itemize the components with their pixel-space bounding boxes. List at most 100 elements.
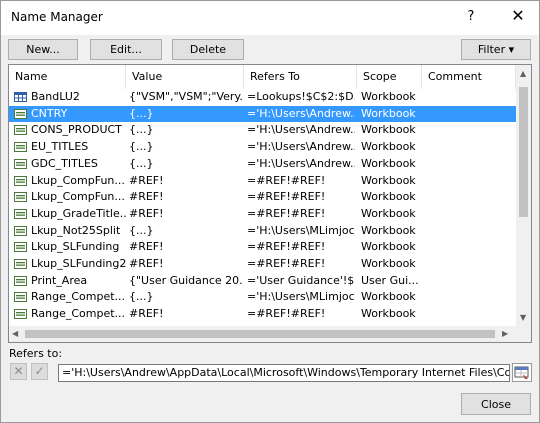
cell-name: Lkup_CompFun... (31, 173, 125, 187)
cell-scope: Workbook (361, 156, 416, 170)
dialog-title: Name Manager (11, 10, 103, 24)
cell-name: BandLU2 (31, 90, 80, 103)
table-row[interactable]: Lkup_SLFunding #REF! =#REF!#REF! Workbook (9, 239, 516, 256)
refers-to-input[interactable]: ='H:\Users\Andrew\AppData\Local\Microsof… (58, 364, 510, 382)
filter-button[interactable]: Filter ▾ (461, 39, 531, 60)
cell-refers-to: ='H:\Users\Andrew... (247, 106, 355, 120)
cell-value: {...} (129, 106, 154, 120)
cell-scope: User Gui... (361, 273, 419, 287)
cell-name: EU_TITLES (31, 140, 89, 154)
title-bar: Name Manager ? ✕ (1, 1, 539, 35)
cell-refers-to: ='H:\Users\MLimjoc... (247, 223, 355, 237)
collapse-dialog-button[interactable] (512, 363, 532, 382)
column-header-name[interactable]: Name (9, 65, 126, 89)
cell-name: Lkup_CompFun... (31, 190, 125, 204)
table-row[interactable]: CNTRY {...} ='H:\Users\Andrew... Workbook (9, 105, 516, 123)
cell-refers-to: =#REF!#REF! (247, 240, 326, 254)
table-row[interactable]: Lkup_Not25Split {...} ='H:\Users\MLimjoc..… (9, 223, 516, 240)
cell-refers-to: =#REF!#REF! (247, 307, 326, 321)
table-row[interactable]: EU_TITLES {...} ='H:\Users\Andrew... Workbo… (9, 139, 516, 156)
cell-name: Lkup_SLFunding2 (31, 257, 126, 270)
cell-refers-to: ='H:\Users\Andrew... (247, 123, 355, 137)
cell-refers-to: ='H:\Users\Andrew... (247, 156, 355, 170)
cell-name: Range_Compet... (31, 290, 126, 304)
cancel-edit-icon[interactable]: ✕ (10, 363, 27, 380)
cell-scope: Workbook (361, 190, 416, 204)
table-row[interactable]: Print_Area {"User Guidance 20... ='User Gu… (9, 273, 516, 290)
table-row[interactable]: CONS_PRODUCT {...} ='H:\Users\Andrew... Wor… (9, 122, 516, 139)
help-icon[interactable]: ? (461, 7, 481, 27)
horizontal-scrollbar[interactable]: ◀ ▶ (9, 326, 516, 342)
edit-button[interactable]: Edit... (90, 39, 162, 60)
cell-value: {...} (129, 156, 154, 170)
cell-value: {...} (129, 223, 154, 237)
cell-value: {...} (129, 123, 154, 137)
edit-button-label: Edit... (110, 43, 142, 56)
horizontal-scroll-thumb[interactable] (25, 330, 495, 338)
cell-refers-to: =#REF!#REF! (247, 257, 326, 270)
scroll-left-icon[interactable]: ◀ (12, 329, 18, 339)
name-manager-dialog: Name Manager ? ✕ New... Edit... Delete F… (0, 0, 540, 423)
cell-name: Lkup_SLFunding (31, 240, 120, 254)
cell-scope: Workbook (361, 257, 416, 270)
named-range-icon (14, 175, 27, 186)
vertical-scrollbar[interactable]: ▲ ▼ (516, 65, 531, 326)
cell-scope: Workbook (361, 140, 416, 154)
cell-value: #REF! (129, 190, 164, 204)
cell-scope: Workbook (361, 240, 416, 254)
scroll-right-icon[interactable]: ▶ (502, 329, 508, 339)
named-range-icon (14, 125, 27, 136)
column-header-scope[interactable]: Scope (357, 65, 422, 89)
cell-refers-to: =#REF!#REF! (247, 173, 326, 187)
new-button[interactable]: New... (8, 39, 78, 60)
named-range-icon (14, 292, 27, 303)
table-row[interactable]: GDC_TITLES {...} ='H:\Users\Andrew... Workb… (9, 156, 516, 173)
table-row[interactable]: Range_Compet... #REF! =#REF!#REF! Workbook (9, 306, 516, 323)
named-range-icon (14, 225, 27, 236)
refers-to-label: Refers to: (9, 347, 63, 360)
new-button-label: New... (26, 43, 60, 56)
named-range-icon (14, 108, 27, 119)
cell-value: {...} (129, 140, 154, 154)
scroll-up-icon[interactable]: ▲ (520, 69, 526, 79)
cell-value: #REF! (129, 173, 164, 187)
table-row[interactable]: Lkup_CompFun... #REF! =#REF!#REF! Workbook (9, 173, 516, 190)
named-range-icon (14, 242, 27, 253)
delete-button-label: Delete (189, 43, 227, 56)
close-button-label: Close (481, 398, 511, 411)
cell-refers-to: ='User Guidance'!$... (247, 273, 355, 287)
table-row[interactable]: Range_Compet... {...} ='H:\Users\MLimjoc..… (9, 289, 516, 306)
cell-value: #REF! (129, 307, 164, 321)
cell-value: #REF! (129, 240, 164, 254)
named-range-icon (14, 309, 27, 320)
filter-button-label: Filter ▾ (477, 43, 515, 56)
confirm-edit-icon[interactable]: ✓ (31, 363, 48, 380)
cell-refers-to: ='H:\Users\MLimjoc... (247, 290, 355, 304)
cell-value: #REF! (129, 206, 164, 220)
column-header-comment[interactable]: Comment (422, 65, 516, 89)
table-row[interactable]: Lkup_SLFunding2 #REF! =#REF!#REF! Workbook (9, 256, 516, 273)
table-row[interactable]: Lkup_CompFun... #REF! =#REF!#REF! Workbook (9, 189, 516, 206)
cell-value: {"User Guidance 20... (129, 273, 242, 287)
named-range-icon (14, 275, 27, 286)
cell-scope: Workbook (361, 290, 416, 304)
cell-name: Print_Area (31, 273, 88, 287)
cell-scope: Workbook (361, 307, 416, 321)
close-button[interactable]: Close (461, 393, 531, 415)
table-row[interactable]: Lkup_GradeTitle... #REF! =#REF!#REF! Workbo… (9, 206, 516, 223)
delete-button[interactable]: Delete (172, 39, 244, 60)
cell-scope: Workbook (361, 90, 416, 103)
cell-refers-to: ='H:\Users\Andrew... (247, 140, 355, 154)
column-header-refers-to[interactable]: Refers To (244, 65, 357, 89)
scroll-down-icon[interactable]: ▼ (520, 313, 526, 323)
close-icon[interactable]: ✕ (507, 5, 529, 27)
cell-refers-to: =Lookups!$C$2:$D... (247, 90, 355, 103)
vertical-scroll-thumb[interactable] (519, 87, 528, 217)
table-row[interactable]: BandLU2 {"VSM","VSM";"Very... =Lookups!$C$… (9, 89, 516, 106)
named-range-icon (14, 192, 27, 203)
range-select-icon (514, 366, 529, 379)
table-icon (14, 92, 27, 102)
names-list[interactable]: Name Value Refers To Scope Comment BandL… (8, 64, 532, 343)
column-header-value[interactable]: Value (126, 65, 244, 89)
cell-value: #REF! (129, 257, 164, 270)
